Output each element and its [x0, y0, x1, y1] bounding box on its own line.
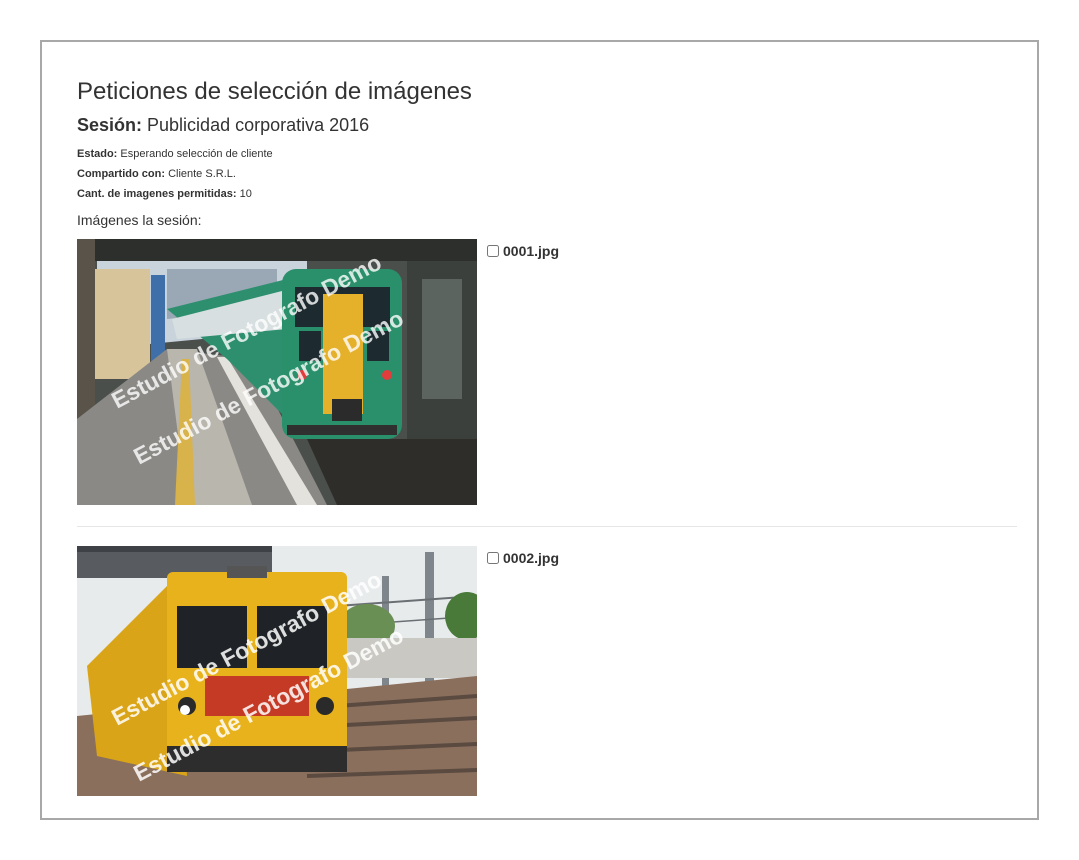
status-row: Estado: Esperando selección de cliente	[77, 148, 273, 160]
image-item: Estudio de Fotografo Demo Estudio de Fot…	[77, 239, 1017, 505]
image-select-0001[interactable]: 0001.jpg	[487, 243, 559, 259]
image-select-0002[interactable]: 0002.jpg	[487, 550, 559, 566]
image-filename: 0002.jpg	[503, 550, 560, 566]
shared-with-value: Cliente S.R.L.	[168, 168, 236, 180]
session-label: Sesión:	[77, 115, 143, 135]
status-label: Estado:	[77, 148, 118, 160]
item-divider	[77, 526, 1017, 527]
image-thumbnail-yellow-locomotive[interactable]: Estudio de Fotografo Demo Estudio de Fot…	[77, 546, 477, 796]
session-name: Publicidad corporativa 2016	[147, 115, 370, 135]
session-heading: Sesión: Publicidad corporativa 2016	[77, 115, 369, 136]
train-photo: Estudio de Fotografo Demo Estudio de Fot…	[77, 239, 477, 505]
allowed-images-label: Cant. de imagenes permitidas:	[77, 188, 237, 200]
locomotive-photo: Estudio de Fotografo Demo Estudio de Fot…	[77, 546, 477, 796]
shared-with-label: Compartido con:	[77, 168, 165, 180]
image-filename: 0001.jpg	[503, 243, 560, 259]
selection-panel: Peticiones de selección de imágenes Sesi…	[40, 40, 1039, 820]
page-title: Peticiones de selección de imágenes	[77, 78, 472, 105]
shared-with-row: Compartido con: Cliente S.R.L.	[77, 168, 236, 180]
allowed-images-row: Cant. de imagenes permitidas: 10	[77, 188, 252, 200]
image-thumbnail-train-platform[interactable]: Estudio de Fotografo Demo Estudio de Fot…	[77, 239, 477, 505]
image-checkbox[interactable]	[487, 552, 499, 564]
allowed-images-value: 10	[239, 188, 252, 200]
image-checkbox[interactable]	[487, 245, 499, 257]
status-value: Esperando selección de cliente	[120, 148, 273, 160]
images-heading: Imágenes la sesión:	[77, 212, 202, 228]
image-item: Estudio de Fotografo Demo Estudio de Fot…	[77, 546, 1017, 796]
